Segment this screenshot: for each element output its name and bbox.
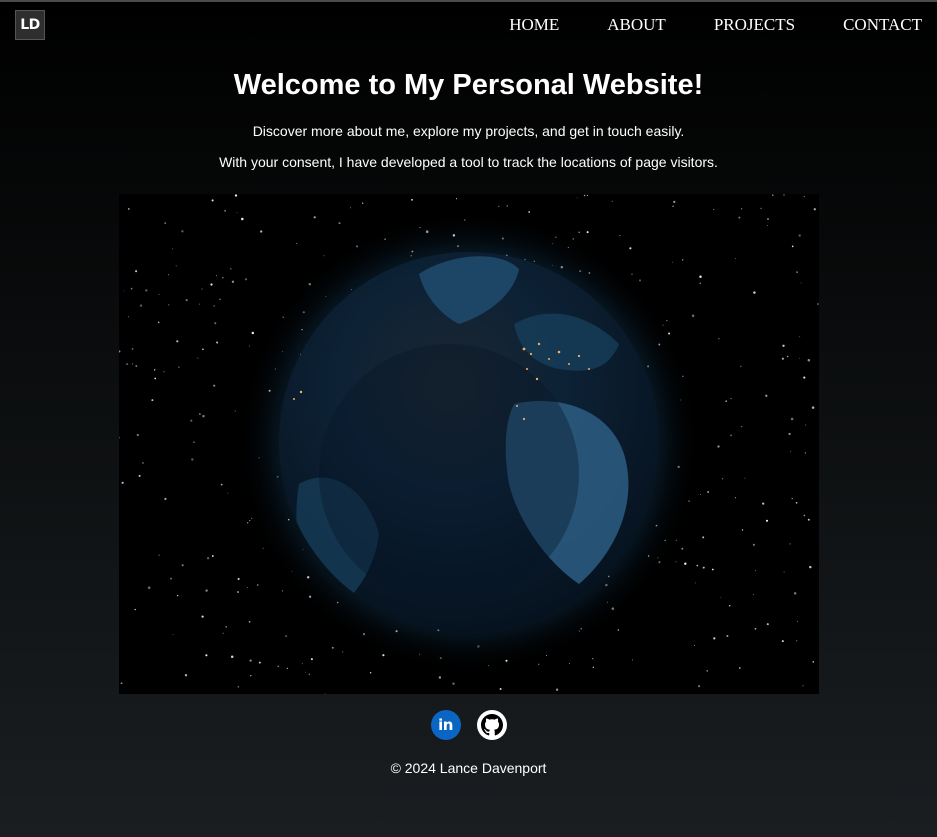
top-border	[0, 0, 937, 2]
linkedin-icon[interactable]: in	[430, 710, 461, 740]
linkedin-text: in	[438, 716, 453, 734]
nav-home-link[interactable]: HOME	[509, 14, 559, 36]
social-links: in	[0, 710, 937, 740]
github-octocat-icon	[480, 714, 503, 736]
nav-projects-link[interactable]: PROJECTS	[714, 14, 795, 36]
footer-copyright: © 2024 Lance Davenport	[390, 760, 547, 776]
globe-visualization[interactable]	[119, 194, 819, 694]
consent-text: With your consent, I have developed a to…	[219, 154, 718, 170]
nav-contact-link[interactable]: CONTACT	[843, 14, 922, 36]
page-title: Welcome to My Personal Website!	[233, 69, 704, 101]
github-icon[interactable]	[476, 710, 507, 740]
intro-text: Discover more about me, explore my proje…	[252, 123, 685, 139]
nav-about-link[interactable]: ABOUT	[607, 14, 666, 36]
main-nav: HOME ABOUT PROJECTS CONTACT	[509, 14, 937, 36]
earth-globe-icon	[119, 194, 819, 694]
site-logo[interactable]: LD	[15, 10, 45, 40]
logo-text: LD	[20, 17, 40, 33]
